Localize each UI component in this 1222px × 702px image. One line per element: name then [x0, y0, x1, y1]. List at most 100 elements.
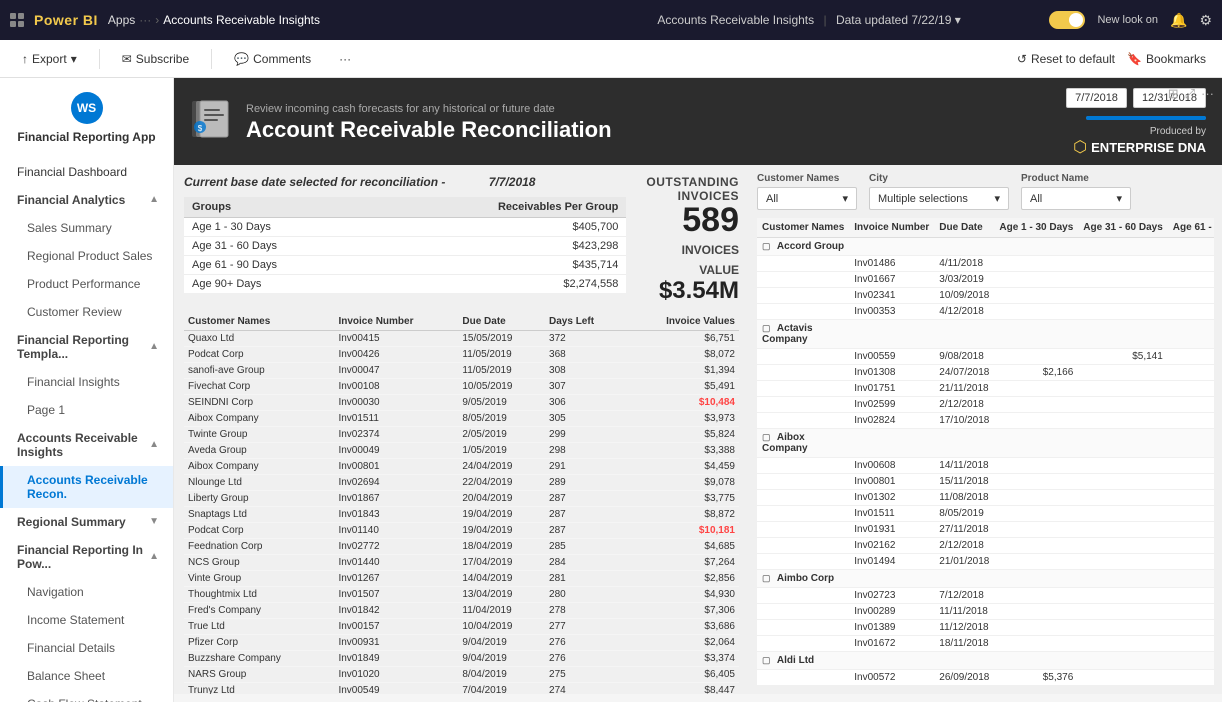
sidebar-item-financial-analytics[interactable]: Financial Analytics ▲: [0, 186, 173, 214]
fullscreen-icon[interactable]: ⤢: [1185, 86, 1195, 102]
topbar-right-actions: New look on 🔔 ⚙: [1049, 11, 1212, 29]
ar-row: Inv00608 14/11/2018 $4,964: [757, 458, 1214, 474]
filter-icon[interactable]: ⊞: [1168, 86, 1179, 102]
dropdown-chevron-product-icon: ▾: [1116, 192, 1122, 205]
invoice-table: Customer NamesInvoice NumberDue DateDays…: [184, 313, 739, 694]
sidebar-item-financial-insights[interactable]: Financial Insights: [0, 368, 173, 396]
subscribe-icon: ✉: [122, 52, 132, 66]
more-button[interactable]: ···: [333, 48, 357, 70]
subscribe-button[interactable]: ✉ Subscribe: [116, 48, 195, 70]
ar-row: Inv02162 2/12/2018 $3,388: [757, 538, 1214, 554]
comments-button[interactable]: 💬 Comments: [228, 48, 317, 70]
filter-product-name: Product Name All ▾: [1021, 173, 1131, 210]
groups-col2: Receivables Per Group: [372, 197, 626, 218]
enterprise-icon: ⬡: [1073, 137, 1087, 157]
metrics-section: OUTSTANDING INVOICES 589 INVOICES VALUE …: [636, 175, 739, 305]
ar-group-header[interactable]: ▢ Accord Group: [757, 238, 1214, 256]
sidebar-item-navigation[interactable]: Navigation: [0, 578, 173, 606]
date-slider-fill: [1086, 116, 1206, 120]
notification-icon[interactable]: 🔔: [1170, 12, 1187, 29]
city-select[interactable]: Multiple selections ▾: [869, 187, 1009, 210]
ar-group-header[interactable]: ▢ Aibox Company: [757, 429, 1214, 458]
expand-icon[interactable]: ▢: [762, 655, 771, 665]
groups-section: Current base date selected for reconcili…: [184, 175, 626, 305]
new-look-toggle[interactable]: [1049, 11, 1085, 29]
bookmarks-icon: 🔖: [1127, 52, 1142, 66]
sidebar-item-sales-summary[interactable]: Sales Summary: [0, 214, 173, 242]
toolbar-right: ↺ Reset to default 🔖 Bookmarks: [1017, 52, 1206, 66]
sidebar-item-product-performance[interactable]: Product Performance: [0, 270, 173, 298]
sidebar-item-accounts-receivable-recon[interactable]: Accounts Receivable Recon.: [0, 466, 173, 508]
report-toolbar: ↑ Export ▾ ✉ Subscribe 💬 Comments ··· ↺ …: [0, 40, 1222, 78]
customer-names-select[interactable]: All ▾: [757, 187, 857, 210]
groups-row: Age 1 - 30 Days$405,700: [184, 218, 626, 237]
date-slider[interactable]: [1086, 116, 1206, 120]
sidebar-item-financial-details[interactable]: Financial Details: [0, 634, 173, 662]
sidebar-item-balance-sheet[interactable]: Balance Sheet: [0, 662, 173, 690]
ar-row: Inv00289 11/11/2018 $3,488: [757, 604, 1214, 620]
ar-row: Inv02824 17/10/2018: [757, 413, 1214, 429]
invoice-row: sanofi-ave Group Inv00047 11/05/2019 308…: [184, 363, 739, 379]
chevron-down-icon-2: ▲: [149, 341, 159, 352]
invoice-row: Nlounge Ltd Inv02694 22/04/2019 289 $9,0…: [184, 475, 739, 491]
sidebar-item-financial-reporting-templates[interactable]: Financial Reporting Templa... ▲: [0, 326, 173, 368]
groups-table: Groups Receivables Per Group Age 1 - 30 …: [184, 197, 626, 293]
export-button[interactable]: ↑ Export ▾: [16, 48, 83, 70]
expand-icon[interactable]: ▢: [762, 432, 771, 442]
expand-icon[interactable]: ▢: [762, 241, 771, 251]
ar-group-header[interactable]: ▢ Actavis Company: [757, 320, 1214, 349]
svg-text:$: $: [198, 124, 203, 133]
reset-button[interactable]: ↺ Reset to default: [1017, 52, 1115, 66]
sidebar-item-cash-flow-statement[interactable]: Cash Flow Statement: [0, 690, 173, 702]
export-chevron: ▾: [71, 52, 77, 66]
invoice-row: Vinte Group Inv01267 14/04/2019 281 $2,8…: [184, 571, 739, 587]
ar-row: Inv01308 24/07/2018 $2,166: [757, 365, 1214, 381]
invoice-row: NCS Group Inv01440 17/04/2019 284 $7,264: [184, 555, 739, 571]
report-content: Current base date selected for reconcili…: [174, 165, 1222, 694]
topbar-center-title: Accounts Receivable Insights | Data upda…: [579, 13, 1040, 27]
toolbar-sep-2: [211, 49, 212, 69]
main-layout: WS Financial Reporting App Financial Das…: [0, 78, 1222, 702]
right-panel: Customer Names All ▾ City Multiple selec…: [749, 165, 1222, 694]
city-label: City: [869, 173, 1009, 184]
report-subtitle: Review incoming cash forecasts for any h…: [246, 103, 1054, 115]
groups-row: Age 31 - 60 Days$423,298: [184, 237, 626, 256]
sidebar-item-regional-product-sales[interactable]: Regional Product Sales: [0, 242, 173, 270]
sidebar-item-financial-dashboard[interactable]: Financial Dashboard: [0, 158, 173, 186]
bookmarks-button[interactable]: 🔖 Bookmarks: [1127, 52, 1206, 66]
ar-row: Inv00559 9/08/2018 $5,141: [757, 349, 1214, 365]
expand-icon[interactable]: ▢: [762, 573, 771, 583]
sidebar-item-accounts-receivable-insights[interactable]: Accounts Receivable Insights ▲: [0, 424, 173, 466]
product-name-select[interactable]: All ▾: [1021, 187, 1131, 210]
dropdown-chevron-city-icon: ▾: [994, 192, 1000, 205]
more-icon[interactable]: ···: [1201, 86, 1214, 102]
ar-row: Inv00572 26/09/2018 $5,376: [757, 670, 1214, 686]
dropdown-chevron-icon: ▾: [842, 192, 848, 205]
ar-group-header[interactable]: ▢ Aimbo Corp: [757, 570, 1214, 588]
date-start[interactable]: 7/7/2018: [1066, 88, 1127, 108]
ar-group-header[interactable]: ▢ Aldi Ltd: [757, 652, 1214, 670]
invoice-row: Podcat Corp Inv00426 11/05/2019 368 $8,0…: [184, 347, 739, 363]
report-title: Account Receivable Reconciliation: [246, 117, 1054, 143]
invoice-row: Podcat Corp Inv01140 19/04/2019 287 $10,…: [184, 523, 739, 539]
sidebar-item-page-1[interactable]: Page 1: [0, 396, 173, 424]
invoices-count: 589: [646, 203, 739, 237]
sidebar-item-financial-reporting-in-pow[interactable]: Financial Reporting In Pow... ▲: [0, 536, 173, 578]
invoice-row: Thoughtmix Ltd Inv01507 13/04/2019 280 $…: [184, 587, 739, 603]
reset-icon: ↺: [1017, 52, 1027, 66]
apps-link[interactable]: Apps: [108, 13, 135, 27]
new-look-label: New look on: [1097, 14, 1158, 26]
grid-icon[interactable]: [10, 13, 24, 27]
outstanding-label: OUTSTANDING: [646, 175, 739, 189]
sidebar-item-regional-summary[interactable]: Regional Summary ▼: [0, 508, 173, 536]
report-title-area: Review incoming cash forecasts for any h…: [246, 103, 1054, 143]
ar-row: Inv01672 18/11/2018 $7,936: [757, 636, 1214, 652]
sidebar-item-customer-review[interactable]: Customer Review: [0, 298, 173, 326]
settings-icon[interactable]: ⚙: [1199, 12, 1212, 29]
ar-table: Customer NamesInvoice NumberDue DateAge …: [757, 218, 1214, 686]
expand-icon[interactable]: ▢: [762, 323, 771, 333]
sidebar-item-income-statement[interactable]: Income Statement: [0, 606, 173, 634]
ar-row: Inv02599 2/12/2018: [757, 397, 1214, 413]
groups-col1: Groups: [184, 197, 372, 218]
groups-row: Age 61 - 90 Days$435,714: [184, 256, 626, 275]
